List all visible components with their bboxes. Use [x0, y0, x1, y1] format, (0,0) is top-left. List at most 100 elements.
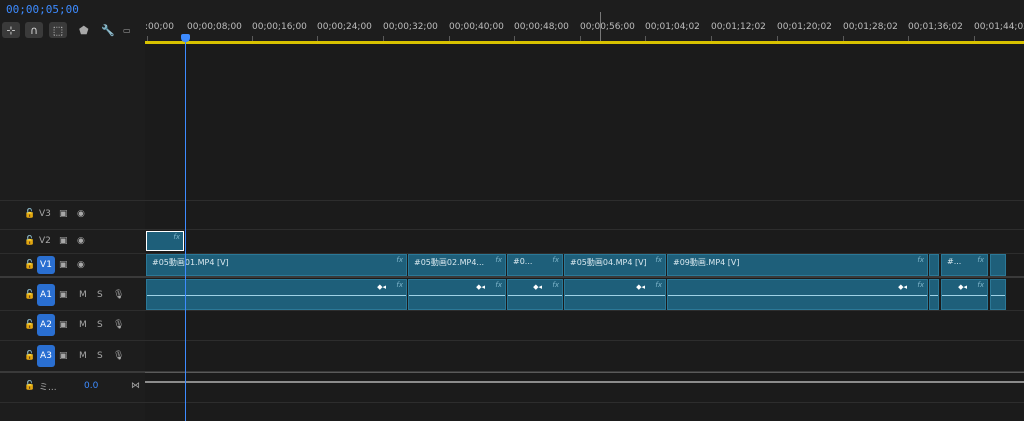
clip-label: #09動画.MP4 [V]: [673, 258, 740, 267]
mute-button[interactable]: M: [79, 351, 87, 361]
audio-waveform-line: [508, 295, 562, 296]
clip-label: #05動画02.MP4...: [414, 258, 485, 267]
wrench-icon[interactable]: 🔧: [101, 22, 115, 38]
snap-icon[interactable]: ⊹: [2, 22, 20, 38]
go-to-edit-icon[interactable]: ⋈: [131, 381, 140, 391]
mute-button[interactable]: M: [79, 290, 87, 300]
v1-clip[interactable]: [929, 254, 939, 276]
timeline-track-area[interactable]: [145, 44, 1024, 421]
lock-icon[interactable]: 🔓: [24, 236, 35, 246]
keyframe-icon[interactable]: ◆◂: [533, 283, 542, 291]
track-name-a1[interactable]: A1: [37, 284, 55, 306]
fx-badge: fx: [655, 256, 662, 264]
a1-audio-clip[interactable]: ◆◂ fx: [667, 279, 928, 310]
a1-audio-clip[interactable]: [990, 279, 1006, 310]
fx-badge: fx: [552, 281, 559, 289]
camera-icon[interactable]: ▣: [59, 236, 68, 246]
a1-audio-clip[interactable]: ◆◂ fx: [408, 279, 506, 310]
lock-icon[interactable]: 🔓: [24, 290, 35, 300]
fx-badge: fx: [917, 281, 924, 289]
audio-waveform-line: [668, 295, 927, 296]
a1-audio-clip[interactable]: ◆◂ fx: [941, 279, 988, 310]
playhead-handle[interactable]: [181, 34, 190, 42]
track-header-v3: 🔓 V3 ▣ ◉: [0, 204, 145, 224]
v1-clip[interactable]: #05動画02.MP4... fx: [408, 254, 506, 276]
eye-icon[interactable]: ◉: [77, 236, 85, 246]
solo-button[interactable]: S: [97, 320, 103, 330]
keyframe-icon[interactable]: ◆◂: [958, 283, 967, 291]
mute-button[interactable]: M: [79, 320, 87, 330]
ruler-tick-label: 00;00;24;00: [317, 22, 372, 32]
video-audio-divider: [0, 276, 1024, 278]
track-divider: [0, 310, 1024, 311]
mix-volume-line[interactable]: [145, 381, 1024, 383]
a1-audio-clip[interactable]: [929, 279, 939, 310]
marker-icon[interactable]: ⬟: [79, 22, 89, 38]
mix-volume-value[interactable]: 0.0: [84, 381, 98, 391]
clip-label: #05動画04.MP4 [V]: [570, 258, 647, 267]
v2-clip[interactable]: fx: [146, 231, 184, 251]
audio-waveform-line: [942, 295, 987, 296]
solo-button[interactable]: S: [97, 290, 103, 300]
camera-icon[interactable]: ▣: [59, 290, 68, 300]
track-divider: [0, 340, 1024, 341]
track-name-v1[interactable]: V1: [37, 256, 55, 274]
camera-icon[interactable]: ▣: [59, 320, 68, 330]
audio-waveform-line: [930, 295, 938, 296]
lock-icon[interactable]: 🔓: [24, 209, 35, 219]
fx-badge: fx: [495, 256, 502, 264]
v1-clip[interactable]: #05動画04.MP4 [V] fx: [564, 254, 666, 276]
linked-selection-icon[interactable]: ⬚: [49, 22, 67, 38]
track-name-v2[interactable]: V2: [39, 236, 51, 246]
ruler-tick-label: 00;00;32;00: [383, 22, 438, 32]
fx-badge: fx: [655, 281, 662, 289]
magnet-icon[interactable]: ∩: [25, 22, 43, 38]
track-name-a3[interactable]: A3: [37, 345, 55, 367]
caption-icon[interactable]: ▭: [123, 22, 131, 38]
track-name-a2[interactable]: A2: [37, 314, 55, 336]
track-name-mix[interactable]: ミ...: [39, 380, 57, 393]
playhead-line[interactable]: [185, 36, 186, 421]
audio-waveform-line: [991, 295, 1005, 296]
a1-audio-clip[interactable]: ◆◂ fx: [564, 279, 666, 310]
track-header-mix: 🔓 ミ... 0.0 ⋈: [0, 377, 145, 395]
v1-clip[interactable]: #0... fx: [507, 254, 563, 276]
clip-label: #05動画01.MP4 [V]: [152, 258, 229, 267]
clip-label: #0...: [513, 257, 533, 266]
fx-badge: fx: [977, 281, 984, 289]
keyframe-icon[interactable]: ◆◂: [377, 283, 386, 291]
fx-badge: fx: [396, 281, 403, 289]
lock-icon[interactable]: 🔓: [24, 351, 35, 361]
solo-button[interactable]: S: [97, 351, 103, 361]
keyframe-icon[interactable]: ◆◂: [476, 283, 485, 291]
eye-icon[interactable]: ◉: [77, 260, 85, 270]
lock-icon[interactable]: 🔓: [24, 381, 35, 391]
track-header-v1: 🔓 V1 ▣ ◉: [0, 255, 145, 275]
lock-icon[interactable]: 🔓: [24, 260, 35, 270]
time-ruler[interactable]: :00;00 00;00;08;00 00;00;16;00 00;00;24;00 0…: [145, 0, 1024, 44]
track-divider: [0, 200, 1024, 201]
fx-badge: fx: [552, 256, 559, 264]
ruler-tick-label: 00;01;20;02: [777, 22, 832, 32]
clip-label: #...: [947, 257, 962, 266]
fx-badge: fx: [977, 256, 984, 264]
ruler-tick-label: 00;01;44;02: [974, 22, 1024, 32]
camera-icon[interactable]: ▣: [59, 351, 68, 361]
mic-icon[interactable]: 🎙: [113, 351, 124, 361]
mic-icon[interactable]: 🎙: [113, 320, 124, 330]
eye-icon[interactable]: ◉: [77, 209, 85, 219]
fx-badge: fx: [173, 233, 180, 241]
a1-audio-clip[interactable]: ◆◂ fx: [507, 279, 563, 310]
keyframe-icon[interactable]: ◆◂: [636, 283, 645, 291]
v1-clip[interactable]: #... fx: [941, 254, 988, 276]
lock-icon[interactable]: 🔓: [24, 320, 35, 330]
timecode-display[interactable]: 00;00;05;00: [6, 3, 79, 16]
keyframe-icon[interactable]: ◆◂: [898, 283, 907, 291]
mix-track-top-line: [145, 372, 1024, 373]
track-name-v3[interactable]: V3: [39, 209, 51, 219]
v1-clip[interactable]: #09動画.MP4 [V] fx: [667, 254, 928, 276]
camera-icon[interactable]: ▣: [59, 209, 68, 219]
camera-icon[interactable]: ▣: [59, 260, 68, 270]
mic-icon[interactable]: 🎙: [113, 290, 124, 300]
v1-clip[interactable]: [990, 254, 1006, 276]
